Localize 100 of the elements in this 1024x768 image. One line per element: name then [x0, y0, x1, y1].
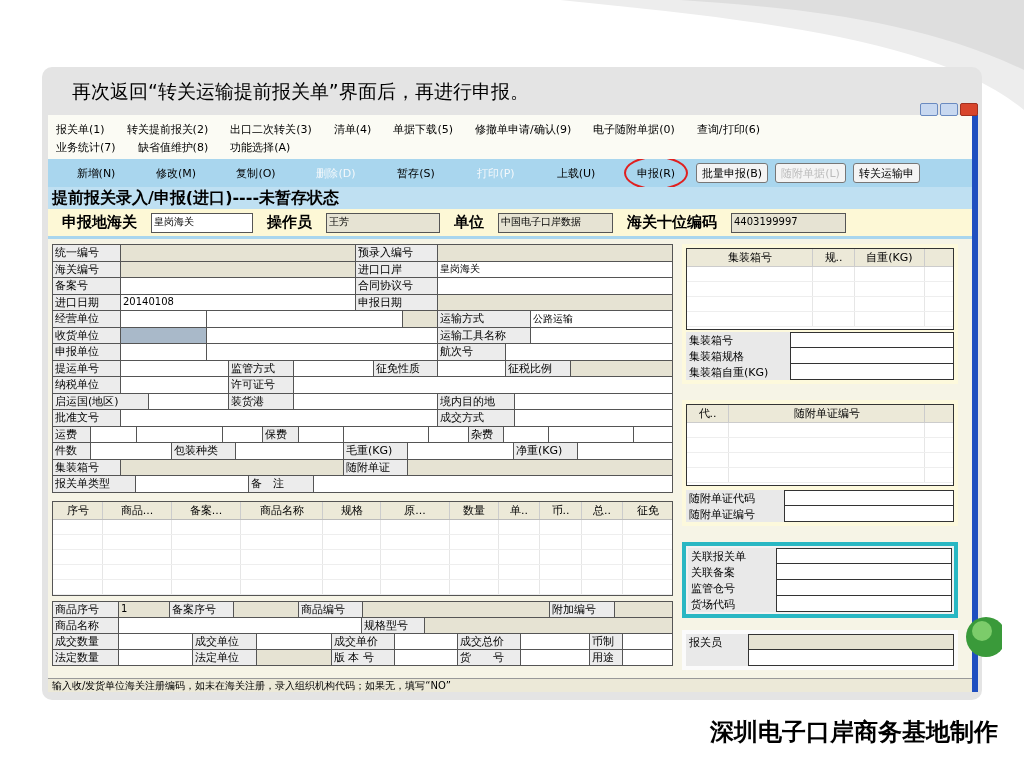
toolbar-button[interactable]: 新增(N)	[56, 162, 136, 184]
menu-item[interactable]: 业务统计(7)	[56, 141, 116, 155]
toolbar-button[interactable]: 暂存(S)	[376, 162, 456, 184]
text-field[interactable]	[776, 548, 952, 564]
text-field[interactable]	[438, 278, 673, 295]
column-header[interactable]: 序号	[53, 501, 103, 519]
text-field[interactable]	[236, 443, 344, 460]
text-field[interactable]	[207, 311, 403, 328]
text-field[interactable]: 1	[119, 601, 170, 618]
menu-item[interactable]: 功能选择(A)	[230, 141, 291, 155]
field-label: 关联备案	[688, 564, 776, 580]
text-field[interactable]	[314, 476, 673, 493]
column-header[interactable]: 征免	[623, 501, 672, 519]
text-field[interactable]	[578, 443, 673, 460]
text-field[interactable]	[121, 245, 356, 262]
text-field[interactable]	[748, 650, 954, 666]
field-label: 海关十位编码	[627, 212, 717, 234]
column-header[interactable]: 规..	[813, 249, 855, 266]
field-label: 商品序号	[53, 601, 119, 618]
field-label: 随附单证编号	[686, 506, 784, 522]
text-field[interactable]	[790, 348, 954, 364]
field-label: 关联报关单	[688, 548, 776, 564]
menu-item[interactable]: 出口二次转关(3)	[230, 123, 312, 137]
column-header[interactable]: 原...	[381, 501, 450, 519]
column-header[interactable]: 规格	[323, 501, 381, 519]
text-field[interactable]	[363, 601, 550, 618]
column-header[interactable]: 单..	[499, 501, 540, 519]
text-field[interactable]	[438, 245, 673, 262]
text-field[interactable]	[294, 377, 673, 394]
field-label: 集装箱号	[686, 332, 790, 348]
toolbar-button[interactable]: 批量申报(B)	[696, 163, 769, 183]
text-field[interactable]	[207, 344, 438, 361]
toolbar-button[interactable]: 申报(R)	[616, 162, 696, 184]
form-title: 提前报关录入/申报(进口)----未暂存状态	[52, 190, 340, 206]
field-label: 报关员	[686, 634, 748, 650]
menu-item[interactable]: 转关提前报关(2)	[126, 123, 209, 137]
field-label: 备案序号	[170, 601, 234, 618]
field-label: 许可证号	[229, 377, 294, 394]
column-header[interactable]: 商品名称	[241, 501, 323, 519]
field-label: 件数	[53, 443, 91, 460]
field-label: 运输方式	[438, 311, 531, 328]
text-field[interactable]	[121, 377, 229, 394]
menu-item[interactable]: 单据下载(5)	[393, 123, 453, 137]
field-label: 随附单证代码	[686, 490, 784, 506]
text-field[interactable]	[121, 344, 207, 361]
slide-footer: 深圳电子口岸商务基地制作	[710, 718, 998, 746]
text-field[interactable]	[234, 601, 299, 618]
text-field[interactable]	[121, 410, 438, 427]
text-field[interactable]: 4403199997	[731, 212, 846, 233]
column-header[interactable]: 总..	[582, 501, 623, 519]
text-field[interactable]	[408, 443, 514, 460]
field-label: 操作员	[267, 212, 312, 234]
status-text: 输入收/发货单位海关注册编码，如未在海关注册，录入组织机构代码；如果无，填写“NO”	[52, 680, 451, 691]
field-label: 包装种类	[172, 443, 236, 460]
menu-item[interactable]: 电子随附单据(0)	[593, 123, 675, 137]
menu-item[interactable]: 清单(4)	[333, 123, 372, 137]
text-field[interactable]	[784, 490, 954, 506]
text-field[interactable]: 皇岗海关	[151, 212, 253, 233]
toolbar-button[interactable]: 上载(U)	[536, 162, 616, 184]
field-label: 合同协议号	[356, 278, 438, 295]
field-label: 航次号	[438, 344, 506, 361]
text-field[interactable]	[615, 601, 673, 618]
text-field[interactable]	[790, 364, 954, 380]
text-field[interactable]	[121, 311, 207, 328]
menu-item[interactable]: 报关单(1)	[56, 123, 105, 137]
text-field[interactable]	[748, 634, 954, 650]
text-field[interactable]	[776, 580, 952, 596]
toolbar-button[interactable]: 修改(M)	[136, 162, 216, 184]
text-field[interactable]	[790, 332, 954, 348]
menu-item[interactable]: 查询/打印(6)	[696, 123, 761, 137]
column-header[interactable]: 代..	[687, 405, 729, 422]
column-header[interactable]: 币..	[540, 501, 582, 519]
text-field[interactable]	[515, 410, 673, 427]
toolbar-button[interactable]: 复制(O)	[216, 162, 296, 184]
column-header[interactable]: 数量	[450, 501, 499, 519]
field-label: 申报单位	[53, 344, 121, 361]
text-field[interactable]: 中国电子口岸数据	[498, 212, 613, 233]
text-field[interactable]	[776, 596, 952, 612]
text-field[interactable]	[91, 443, 172, 460]
column-header[interactable]: 自重(KG)	[855, 249, 925, 266]
field-label: 经营单位	[53, 311, 121, 328]
text-field[interactable]	[506, 344, 673, 361]
text-field[interactable]	[784, 506, 954, 522]
text-field[interactable]	[403, 311, 438, 328]
field-label: 监管仓号	[688, 580, 776, 596]
field-label: 纳税单位	[53, 377, 121, 394]
text-field[interactable]: 公路运输	[531, 311, 673, 328]
text-field[interactable]	[136, 476, 249, 493]
text-field[interactable]: 王芳	[326, 212, 440, 233]
toolbar-button[interactable]: 转关运输申	[852, 163, 920, 183]
column-header[interactable]: 集装箱号	[687, 249, 813, 266]
text-field[interactable]	[776, 564, 952, 580]
text-field[interactable]	[121, 278, 356, 295]
column-header[interactable]: 备案...	[172, 501, 241, 519]
column-header[interactable]: 商品...	[103, 501, 172, 519]
field-label: 附加编号	[550, 601, 615, 618]
menu-item[interactable]: 修撤单申请/确认(9)	[474, 123, 572, 137]
menu-item[interactable]: 缺省值维护(8)	[137, 141, 209, 155]
column-header[interactable]: 随附单证编号	[729, 405, 925, 422]
field-label: 单位	[454, 212, 484, 234]
